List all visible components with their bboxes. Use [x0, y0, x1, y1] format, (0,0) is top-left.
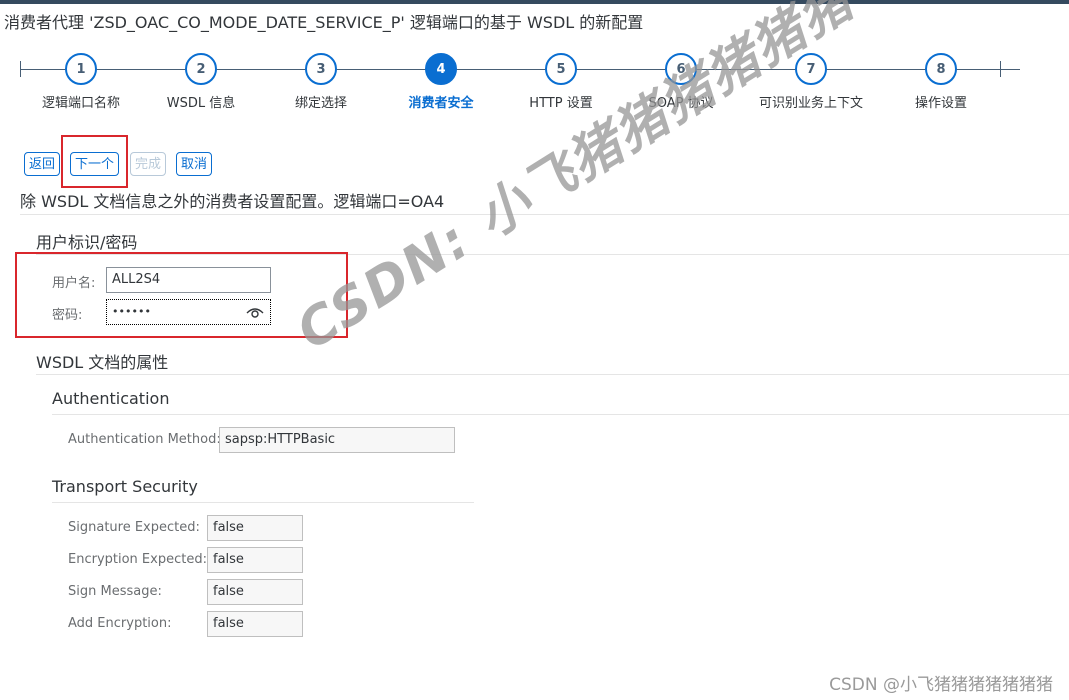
step-number: 1 — [65, 53, 97, 85]
wizard-step-4[interactable]: 4 — [425, 53, 457, 85]
step-number: 5 — [545, 53, 577, 85]
encryption-expected-label: Encryption Expected: — [68, 552, 207, 567]
signature-expected-field: false — [207, 515, 303, 541]
wizard-step-label: WSDL 信息 — [166, 96, 236, 111]
wsdl-properties-title: WSDL 文档的属性 — [36, 353, 169, 372]
credentials-title: 用户标识/密码 — [36, 233, 138, 252]
wizard-step-label: HTTP 设置 — [529, 96, 593, 111]
wizard-step-label: 可识别业务上下文 — [758, 96, 864, 111]
back-button[interactable]: 返回 — [24, 152, 61, 176]
wizard-step-1[interactable]: 1 — [65, 53, 97, 85]
username-label: 用户名: — [52, 276, 96, 291]
corner-watermark: CSDN @小飞猪猪猪猪猪猪猪 — [829, 675, 1053, 695]
sign-message-label: Sign Message: — [68, 584, 162, 599]
divider — [52, 502, 474, 503]
add-encryption-label: Add Encryption: — [68, 616, 172, 631]
wizard-step-2[interactable]: 2 — [185, 53, 217, 85]
wizard-step-label: 逻辑端口名称 — [41, 96, 121, 111]
page-description: 除 WSDL 文档信息之外的消费者设置配置。逻辑端口=OA4 — [20, 192, 445, 211]
wizard-step-3[interactable]: 3 — [305, 53, 337, 85]
step-number: 3 — [305, 53, 337, 85]
roadmap-line — [20, 69, 1020, 70]
wizard-step-8[interactable]: 8 — [925, 53, 957, 85]
signature-expected-label: Signature Expected: — [68, 520, 200, 535]
step-number: 2 — [185, 53, 217, 85]
page-title: 消费者代理 'ZSD_OAC_CO_MODE_DATE_SERVICE_P' 逻… — [4, 13, 644, 32]
step-number: 4 — [425, 53, 457, 85]
add-encryption-field: false — [207, 611, 303, 637]
username-field[interactable]: ALL2S4 — [106, 267, 271, 293]
wizard-step-label: 操作设置 — [914, 96, 968, 111]
finish-button: 完成 — [130, 152, 167, 176]
password-label: 密码: — [52, 308, 83, 323]
step-number: 8 — [925, 53, 957, 85]
wizard-step-label: 消费者安全 — [408, 96, 474, 111]
authentication-method-field: sapsp:HTTPBasic — [219, 427, 455, 453]
next-button-highlight — [61, 135, 128, 188]
encryption-expected-field: false — [207, 547, 303, 573]
transport-security-title: Transport Security — [52, 477, 198, 496]
wizard-step-5[interactable]: 5 — [545, 53, 577, 85]
roadmap-end-cap — [1000, 61, 1001, 77]
show-password-icon[interactable] — [246, 304, 264, 320]
password-field[interactable]: •••••• — [106, 299, 271, 325]
divider — [52, 414, 1069, 415]
authentication-title: Authentication — [52, 389, 170, 408]
wizard-step-label: 绑定选择 — [294, 96, 348, 111]
sign-message-field: false — [207, 579, 303, 605]
divider — [36, 374, 1069, 375]
cancel-button[interactable]: 取消 — [176, 152, 213, 176]
wizard-roadmap: 1 2 3 4 5 6 7 8 逻辑端口名称 WSDL 信息 绑定选择 消费者安… — [0, 50, 1069, 120]
authentication-method-label: Authentication Method: — [68, 432, 221, 447]
password-value: •••••• — [112, 305, 151, 318]
shell-top-bar — [0, 0, 1069, 4]
